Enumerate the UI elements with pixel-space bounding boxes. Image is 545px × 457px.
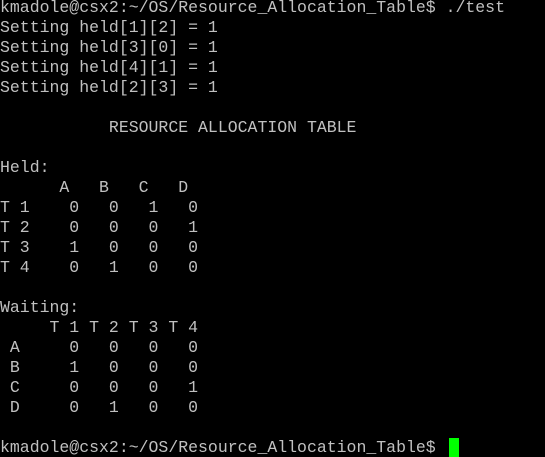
terminal-window[interactable]: kmadole@csx2:~/OS/Resource_Allocation_Ta… — [0, 0, 545, 457]
output-line-setting-3: Setting held[4][1] = 1 — [0, 58, 218, 77]
output-line-setting-1: Setting held[1][2] = 1 — [0, 18, 218, 37]
held-row-t3: T 3 1 0 0 0 — [0, 238, 199, 257]
held-row-t4: T 4 0 1 0 0 — [0, 258, 199, 277]
waiting-header-row: T 1 T 2 T 3 T 4 — [0, 318, 199, 337]
held-header-row: A B C D — [0, 178, 189, 197]
waiting-row-b: B 1 0 0 0 — [0, 358, 199, 377]
waiting-row-c: C 0 0 0 1 — [0, 378, 199, 397]
output-line-setting-2: Setting held[3][0] = 1 — [0, 38, 218, 57]
waiting-row-d: D 0 1 0 0 — [0, 398, 199, 417]
shell-prompt[interactable]: kmadole@csx2:~/OS/Resource_Allocation_Ta… — [0, 438, 446, 457]
held-row-t1: T 1 0 0 1 0 — [0, 198, 199, 217]
command-line: kmadole@csx2:~/OS/Resource_Allocation_Ta… — [0, 0, 505, 17]
held-label: Held: — [0, 158, 50, 177]
waiting-label: Waiting: — [0, 298, 80, 317]
table-title: RESOURCE ALLOCATION TABLE — [0, 118, 357, 137]
held-row-t2: T 2 0 0 0 1 — [0, 218, 199, 237]
output-line-setting-4: Setting held[2][3] = 1 — [0, 78, 218, 97]
waiting-row-a: A 0 0 0 0 — [0, 338, 199, 357]
text-cursor — [449, 438, 459, 457]
